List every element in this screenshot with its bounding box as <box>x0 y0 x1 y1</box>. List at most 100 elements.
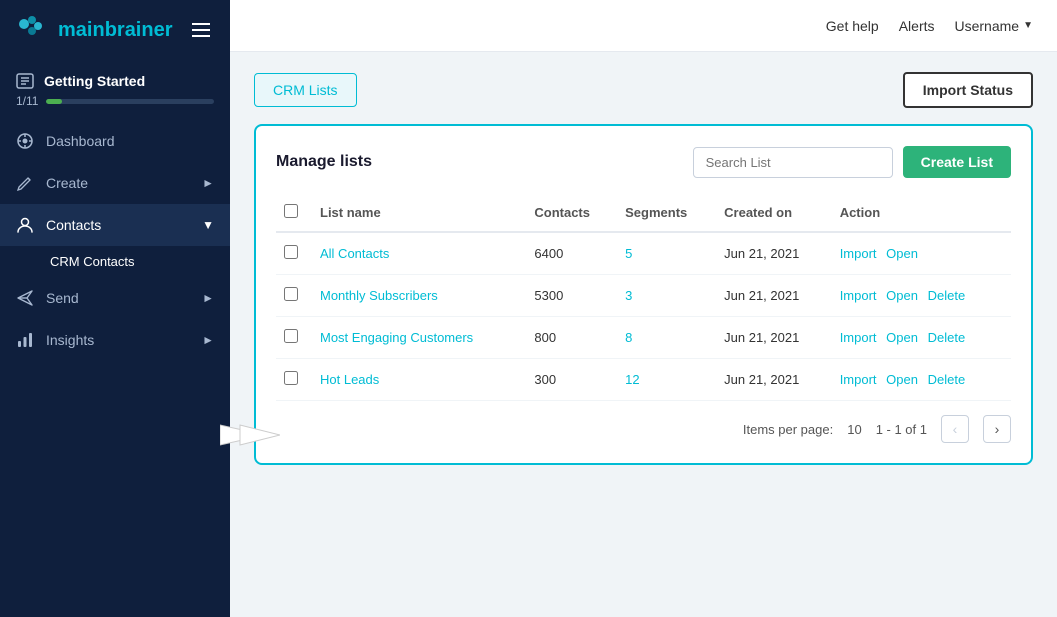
col-created-on: Created on <box>716 194 832 232</box>
prev-page-button[interactable]: ‹ <box>941 415 969 443</box>
getting-started-icon <box>16 72 34 90</box>
items-per-page-label: Items per page: <box>743 422 833 437</box>
contacts-cell-2: 800 <box>526 317 617 359</box>
list-name-link-0[interactable]: All Contacts <box>320 246 389 261</box>
getting-started-title: Getting Started <box>16 72 214 90</box>
getting-started-progress-row: 1/11 <box>16 94 214 108</box>
action-import-1[interactable]: Import <box>840 288 877 303</box>
created-on-cell-3: Jun 21, 2021 <box>716 359 832 401</box>
segment-link-0[interactable]: 5 <box>625 246 632 261</box>
alerts-link[interactable]: Alerts <box>899 18 935 34</box>
row-checkbox-0[interactable] <box>284 245 298 259</box>
sidebar-item-insights[interactable]: Insights ► <box>0 319 230 361</box>
col-segments: Segments <box>617 194 716 232</box>
list-name-link-1[interactable]: Monthly Subscribers <box>320 288 438 303</box>
actions-cell-3: Import Open Delete <box>832 359 1011 401</box>
action-delete-1[interactable]: Delete <box>928 288 966 303</box>
table-row: Most Engaging Customers8008Jun 21, 2021I… <box>276 317 1011 359</box>
manage-lists-title: Manage lists <box>276 153 372 171</box>
table-row: Hot Leads30012Jun 21, 2021Import Open De… <box>276 359 1011 401</box>
get-help-link[interactable]: Get help <box>826 18 879 34</box>
contacts-icon <box>16 216 34 234</box>
row-checkbox-3[interactable] <box>284 371 298 385</box>
action-delete-2[interactable]: Delete <box>928 330 966 345</box>
action-delete-3[interactable]: Delete <box>928 372 966 387</box>
dashboard-icon <box>16 132 34 150</box>
create-list-button[interactable]: Create List <box>903 146 1011 178</box>
insights-arrow: ► <box>202 333 214 347</box>
contacts-cell-3: 300 <box>526 359 617 401</box>
dashboard-label: Dashboard <box>46 133 214 149</box>
username-dropdown[interactable]: Username ▼ <box>955 18 1034 34</box>
pagination-row: Items per page: 10 1 - 1 of 1 ‹ › <box>276 415 1011 443</box>
username-caret: ▼ <box>1023 20 1033 31</box>
logo-text: mainbrainer <box>58 19 173 42</box>
table-actions: Create List <box>693 146 1011 178</box>
hamburger-menu[interactable] <box>188 19 214 41</box>
send-label: Send <box>46 290 190 306</box>
segment-link-1[interactable]: 3 <box>625 288 632 303</box>
import-status-button[interactable]: Import Status <box>903 72 1033 108</box>
actions-cell-0: Import Open <box>832 232 1011 275</box>
page-content: CRM Lists Import Status Manage lists Cre… <box>230 52 1057 617</box>
sidebar-item-create[interactable]: Create ► <box>0 162 230 204</box>
segment-link-3[interactable]: 12 <box>625 372 639 387</box>
action-open-3[interactable]: Open <box>886 372 918 387</box>
insights-icon <box>16 331 34 349</box>
col-action: Action <box>832 194 1011 232</box>
main-area: Get help Alerts Username ▼ CRM Lists Imp… <box>230 0 1057 617</box>
create-arrow: ► <box>202 176 214 190</box>
sidebar-item-contacts[interactable]: Contacts ▼ <box>0 204 230 246</box>
send-icon <box>16 289 34 307</box>
table-row: All Contacts64005Jun 21, 2021Import Open <box>276 232 1011 275</box>
action-open-2[interactable]: Open <box>886 330 918 345</box>
logo-icon <box>16 14 48 46</box>
username-text: Username <box>955 18 1020 34</box>
send-arrow: ► <box>202 291 214 305</box>
action-import-0[interactable]: Import <box>840 246 877 261</box>
create-label: Create <box>46 175 190 191</box>
action-open-0[interactable]: Open <box>886 246 918 261</box>
getting-started-section[interactable]: Getting Started 1/11 <box>0 60 230 120</box>
progress-bar <box>46 99 214 104</box>
row-checkbox-cell <box>276 232 312 275</box>
table-header: Manage lists Create List <box>276 146 1011 178</box>
list-name-link-2[interactable]: Most Engaging Customers <box>320 330 473 345</box>
sidebar-item-send[interactable]: Send ► <box>0 277 230 319</box>
tabs-row: CRM Lists Import Status <box>254 72 1033 108</box>
logo-area: mainbrainer <box>0 0 230 60</box>
create-icon <box>16 174 34 192</box>
header-checkbox-col <box>276 194 312 232</box>
table-header-row: List name Contacts Segments Created on A… <box>276 194 1011 232</box>
created-on-cell-1: Jun 21, 2021 <box>716 275 832 317</box>
page-range: 1 - 1 of 1 <box>876 422 927 437</box>
segment-link-2[interactable]: 8 <box>625 330 632 345</box>
row-checkbox-2[interactable] <box>284 329 298 343</box>
sidebar: mainbrainer Getting Started 1/11 <box>0 0 230 617</box>
manage-lists-card: Manage lists Create List List name Conta… <box>254 124 1033 465</box>
actions-cell-2: Import Open Delete <box>832 317 1011 359</box>
search-input[interactable] <box>693 147 893 178</box>
select-all-checkbox[interactable] <box>284 204 298 218</box>
row-checkbox-cell <box>276 275 312 317</box>
top-navbar: Get help Alerts Username ▼ <box>230 0 1057 52</box>
row-checkbox-cell <box>276 317 312 359</box>
actions-cell-1: Import Open Delete <box>832 275 1011 317</box>
lists-table: List name Contacts Segments Created on A… <box>276 194 1011 401</box>
list-name-link-3[interactable]: Hot Leads <box>320 372 379 387</box>
contacts-arrow: ▼ <box>202 218 214 232</box>
action-open-1[interactable]: Open <box>886 288 918 303</box>
action-import-2[interactable]: Import <box>840 330 877 345</box>
progress-fill <box>46 99 61 104</box>
progress-text: 1/11 <box>16 94 38 108</box>
sidebar-subitem-crm-contacts[interactable]: CRM Contacts <box>0 246 230 277</box>
action-import-3[interactable]: Import <box>840 372 877 387</box>
row-checkbox-cell <box>276 359 312 401</box>
row-checkbox-1[interactable] <box>284 287 298 301</box>
sidebar-item-dashboard[interactable]: Dashboard <box>0 120 230 162</box>
insights-label: Insights <box>46 332 190 348</box>
next-page-button[interactable]: › <box>983 415 1011 443</box>
crm-lists-tab[interactable]: CRM Lists <box>254 73 357 107</box>
created-on-cell-2: Jun 21, 2021 <box>716 317 832 359</box>
table-row: Monthly Subscribers53003Jun 21, 2021Impo… <box>276 275 1011 317</box>
